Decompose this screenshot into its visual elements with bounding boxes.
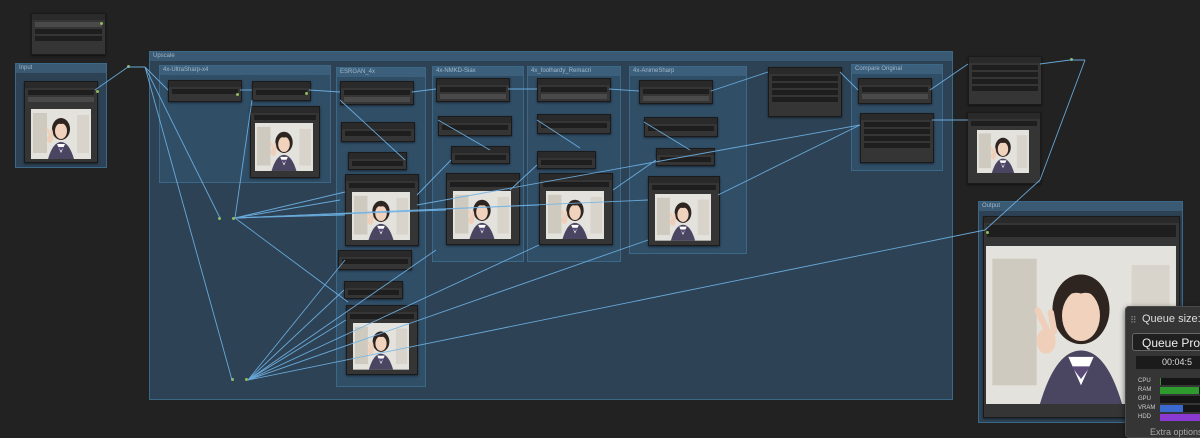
- upscale-node[interactable]: [338, 250, 412, 270]
- image-info-node[interactable]: [860, 113, 934, 163]
- queue-panel[interactable]: ⠿ Queue size: Queue Prompt 00:04:5 CPU 1%…: [1125, 306, 1200, 438]
- save-settings-node[interactable]: [968, 56, 1042, 105]
- group-title: Output: [982, 203, 1001, 209]
- queue-size-label: Queue size:: [1142, 313, 1200, 325]
- image-preview: [546, 191, 604, 239]
- image-preview: [31, 109, 91, 159]
- upscale-model-loader[interactable]: [537, 78, 611, 102]
- preview-node[interactable]: [967, 112, 1041, 184]
- image-preview: [977, 130, 1029, 180]
- image-preview: [353, 323, 409, 371]
- group-title: 4x-NMKD-Siax: [436, 68, 476, 74]
- reroute-node[interactable]: [231, 378, 234, 381]
- group-input[interactable]: Input: [15, 63, 107, 168]
- reroute-node[interactable]: [1070, 58, 1073, 61]
- settings-node[interactable]: [768, 67, 842, 117]
- upscale-model-loader[interactable]: [436, 78, 510, 102]
- monitor-bar: 1%: [1160, 378, 1200, 385]
- group-title: Input: [19, 65, 33, 71]
- image-preview: [255, 123, 313, 173]
- reroute-node[interactable]: [127, 65, 130, 68]
- preview-node[interactable]: [346, 305, 418, 375]
- monitor-fill: [1160, 414, 1200, 421]
- monitor-label: HDD: [1138, 414, 1151, 420]
- monitor-hdd: HDD 78%: [1136, 413, 1200, 422]
- group-title: Compare Original: [855, 66, 903, 72]
- image-preview: [655, 194, 711, 242]
- image-scale-node[interactable]: [348, 152, 407, 170]
- monitor-label: CPU: [1138, 378, 1151, 384]
- upscale-model-loader[interactable]: [168, 80, 242, 102]
- monitor-fill: [1160, 378, 1161, 385]
- loose-node[interactable]: [31, 13, 106, 55]
- monitor-cpu: CPU 1%: [1136, 377, 1200, 386]
- preview-node[interactable]: [345, 174, 419, 246]
- upscale-node[interactable]: [438, 116, 512, 136]
- monitor-bar: 39%: [1160, 405, 1200, 412]
- image-scale-node[interactable]: [537, 151, 596, 169]
- monitor-bar: 78%: [1160, 414, 1200, 421]
- preview-node[interactable]: [446, 173, 520, 245]
- reroute-node[interactable]: [232, 217, 235, 220]
- group-title: 4x-AnimeSharp: [633, 68, 675, 74]
- monitor-label: VRAM: [1138, 405, 1156, 411]
- monitor-fill: [1160, 387, 1199, 394]
- elapsed-timer: 00:04:5: [1136, 356, 1200, 369]
- image-compare-node[interactable]: [858, 78, 932, 104]
- group-title: ESRGAN_4x: [340, 69, 376, 75]
- monitor-bar: 65%: [1160, 387, 1200, 394]
- upscale-node[interactable]: [252, 81, 311, 101]
- preview-node[interactable]: [539, 173, 613, 245]
- image-preview: [352, 192, 410, 240]
- queue-prompt-button[interactable]: Queue Prompt: [1132, 333, 1200, 351]
- monitor-gpu: GPU 0%: [1136, 395, 1200, 404]
- extra-options-toggle[interactable]: Extra options: [1150, 427, 1200, 437]
- group-title: 4x-UltraSharp-x4: [163, 67, 209, 73]
- monitor-label: RAM: [1138, 387, 1152, 393]
- image-scale-node[interactable]: [344, 281, 403, 299]
- monitor-vram: VRAM 39%: [1136, 404, 1200, 413]
- upscale-node[interactable]: [644, 117, 718, 137]
- load-image-node[interactable]: [24, 81, 99, 163]
- preview-node[interactable]: [250, 106, 320, 178]
- preview-node[interactable]: [648, 176, 720, 246]
- image-scale-node[interactable]: [451, 146, 510, 164]
- image-scale-node[interactable]: [656, 148, 715, 166]
- image-preview: [453, 191, 511, 239]
- workflow-canvas[interactable]: Input Upscale 4x-UltraSharp-x4 ESRGAN_4x: [0, 0, 1200, 438]
- upscale-model-loader[interactable]: [639, 80, 713, 104]
- upscale-model-loader[interactable]: [340, 81, 414, 105]
- group-title: 4x_foolhardy_Remacri: [531, 68, 592, 74]
- monitor-label: GPU: [1138, 396, 1152, 402]
- monitor-ram: RAM 65%: [1136, 386, 1200, 395]
- group-title: Upscale: [153, 53, 175, 59]
- reroute-node[interactable]: [218, 217, 221, 220]
- upscale-node[interactable]: [341, 122, 415, 142]
- drag-handle-icon[interactable]: ⠿: [1130, 315, 1137, 326]
- reroute-node[interactable]: [245, 378, 248, 381]
- upscale-node[interactable]: [537, 114, 611, 134]
- monitor-fill: [1160, 405, 1184, 412]
- monitor-bar: 0%: [1160, 396, 1200, 403]
